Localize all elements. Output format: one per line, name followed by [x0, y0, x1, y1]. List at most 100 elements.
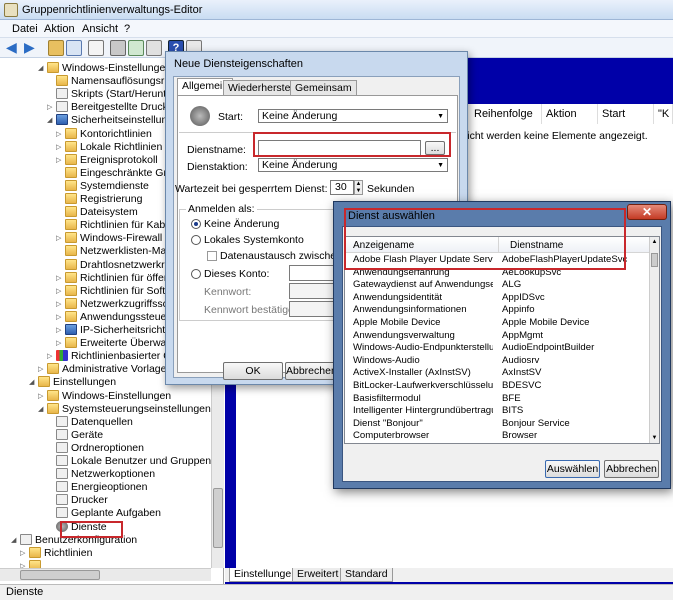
folder-up-icon[interactable] — [48, 40, 64, 56]
tree-node[interactable]: Systemdienste — [56, 179, 149, 193]
select-button[interactable]: Auswählen — [545, 460, 600, 478]
collapsed-triangle-icon[interactable]: ▷ — [56, 128, 65, 141]
collapsed-triangle-icon[interactable]: ▷ — [56, 298, 65, 311]
expanded-triangle-icon[interactable]: ◢ — [29, 376, 38, 389]
list-item[interactable]: Anwendungsinformationen Appinfo — [345, 304, 650, 317]
radio-this-account[interactable] — [191, 269, 201, 279]
tree-node[interactable]: Drucker — [47, 494, 108, 507]
back-arrow-icon[interactable]: ◀ — [6, 40, 22, 56]
highlight-selected-service — [344, 208, 626, 270]
checkbox-desktop-interaction[interactable] — [207, 251, 217, 261]
cancel-button[interactable]: Abbrechen — [285, 362, 337, 380]
collapsed-triangle-icon[interactable]: ▷ — [56, 324, 65, 337]
column-header-k[interactable]: "K — [654, 104, 673, 124]
list-item[interactable]: Gatewaydienst auf Anwendungsebene ALG — [345, 279, 650, 292]
service-action-combobox[interactable]: Keine Änderung ▼ — [258, 158, 448, 172]
tree-node[interactable]: Lokale Benutzer und Gruppen — [47, 455, 211, 468]
service-display-name: Gatewaydienst auf Anwendungsebene — [353, 279, 493, 291]
scroll-thumb[interactable] — [651, 253, 658, 267]
tree-node[interactable]: ▷ Kontorichtlinien — [56, 127, 152, 141]
collapsed-triangle-icon[interactable]: ▷ — [38, 390, 47, 403]
list-scrollbar[interactable]: ▲ ▼ — [649, 237, 659, 443]
expanded-triangle-icon[interactable]: ◢ — [11, 534, 20, 547]
refresh-icon[interactable] — [128, 40, 144, 56]
wait-spinner[interactable]: ▲ ▼ — [354, 180, 363, 195]
password-input[interactable] — [289, 283, 339, 299]
password-confirm-input[interactable] — [289, 301, 339, 317]
tree-node[interactable]: ◢ Windows-Einstellungen — [38, 62, 171, 75]
forward-arrow-icon[interactable]: ▶ — [24, 40, 40, 56]
tree-node[interactable]: Dateisystem — [56, 206, 138, 219]
menu-ansicht[interactable]: Ansicht — [82, 23, 118, 35]
list-item[interactable]: ActiveX-Installer (AxInstSV) AxInstSV — [345, 367, 650, 380]
menu-aktion[interactable]: Aktion — [44, 23, 75, 35]
collapsed-triangle-icon[interactable]: ▷ — [56, 272, 65, 285]
list-item[interactable]: Computerbrowser Browser — [345, 430, 650, 443]
list-item[interactable]: Intelligenter Hintergrundübertragungsdi.… — [345, 405, 650, 418]
collapsed-triangle-icon[interactable]: ▷ — [20, 547, 29, 560]
tree-node[interactable]: Netzwerkoptionen — [47, 468, 155, 481]
cancel-button[interactable]: Abbrechen — [604, 460, 659, 478]
export-icon[interactable] — [146, 40, 162, 56]
menu-help[interactable]: ? — [124, 23, 130, 35]
start-combobox[interactable]: Keine Änderung ▼ — [258, 109, 448, 123]
menu-datei[interactable]: Datei — [12, 23, 38, 35]
tree-node[interactable]: Energieoptionen — [47, 481, 147, 494]
list-item[interactable]: Anwendungsidentität AppIDSvc — [345, 292, 650, 305]
show-tree-icon[interactable] — [66, 40, 82, 56]
tree-node[interactable]: ▷ Windows-Einstellungen — [38, 389, 171, 403]
collapsed-triangle-icon[interactable]: ▷ — [38, 363, 47, 376]
wait-input[interactable]: 30 — [330, 180, 354, 195]
list-item[interactable]: Windows-Audio-Endpunkterstellung AudioEnd… — [345, 342, 650, 355]
tree-node[interactable]: ◢ Einstellungen — [29, 376, 116, 389]
tab-erweitert[interactable]: Erweitert — [292, 568, 344, 582]
collapsed-triangle-icon[interactable]: ▷ — [56, 154, 65, 167]
collapsed-triangle-icon[interactable]: ▷ — [56, 232, 65, 245]
tree-horizontal-scrollbar[interactable] — [0, 568, 211, 581]
tree-node-label: Lokale Richtlinien — [80, 140, 163, 153]
tab-standard[interactable]: Standard — [340, 568, 393, 582]
tree-node[interactable]: ▷ Ereignisprotokoll — [56, 153, 158, 167]
collapsed-triangle-icon[interactable]: ▷ — [56, 311, 65, 324]
print-icon[interactable] — [110, 40, 126, 56]
copy-icon[interactable] — [88, 40, 104, 56]
expanded-triangle-icon[interactable]: ◢ — [47, 114, 56, 127]
column-header-start[interactable]: Start — [598, 104, 654, 124]
chevron-down-icon: ▼ — [437, 113, 444, 120]
account-input[interactable] — [289, 265, 339, 281]
list-item[interactable]: Basisfiltermodul BFE — [345, 393, 650, 406]
collapsed-triangle-icon[interactable]: ▷ — [47, 101, 56, 114]
list-item[interactable]: Anwendungsverwaltung AppMgmt — [345, 330, 650, 343]
column-header-reihenfolge[interactable]: Reihenfolge — [470, 104, 542, 124]
tree-node[interactable]: ▷ Lokale Richtlinien — [56, 140, 163, 154]
tree-node[interactable]: ▷ Bereitgestellte Drucker — [47, 101, 177, 114]
tree-node[interactable]: ▷ Richtlinienbasierter QoS — [47, 350, 184, 363]
tree-node[interactable]: Registrierung — [56, 193, 142, 206]
radio-local-system[interactable] — [191, 235, 201, 245]
list-item[interactable]: BitLocker-Laufwerkverschlüsselungsdi... B… — [345, 380, 650, 393]
service-name: BITS — [502, 405, 524, 417]
expanded-triangle-icon[interactable]: ◢ — [38, 403, 47, 416]
list-item[interactable]: Dienst "Bonjour" Bonjour Service — [345, 418, 650, 431]
column-header-aktion[interactable]: Aktion — [542, 104, 598, 124]
tab-gemeinsam[interactable]: Gemeinsam — [290, 80, 357, 96]
collapsed-triangle-icon[interactable]: ▷ — [56, 337, 65, 350]
collapsed-triangle-icon[interactable]: ▷ — [47, 350, 56, 363]
scroll-down-icon[interactable]: ▼ — [650, 433, 659, 443]
list-item[interactable]: Apple Mobile Device Apple Mobile Device — [345, 317, 650, 330]
tree-node[interactable]: Geräte — [47, 428, 103, 442]
tree-node[interactable]: Datenquellen — [47, 415, 133, 429]
tree-node[interactable]: ◢ Systemsteuerungseinstellungen — [38, 402, 211, 416]
tree-node[interactable]: Ordneroptionen — [47, 441, 144, 455]
tree-node[interactable]: Geplante Aufgaben — [47, 507, 161, 520]
close-button[interactable]: ✕ — [627, 204, 667, 220]
tree-node[interactable]: ▷ Richtlinien — [20, 546, 92, 560]
collapsed-triangle-icon[interactable]: ▷ — [56, 285, 65, 298]
ok-button[interactable]: OK — [223, 362, 283, 380]
radio-keine-aenderung[interactable] — [191, 219, 201, 229]
scroll-up-icon[interactable]: ▲ — [650, 237, 659, 247]
collapsed-triangle-icon[interactable]: ▷ — [56, 141, 65, 154]
tree-node[interactable]: ▷ Administrative Vorlagen: — [38, 363, 175, 376]
list-item[interactable]: Windows-Audio Audiosrv — [345, 355, 650, 368]
expanded-triangle-icon[interactable]: ◢ — [38, 62, 47, 75]
